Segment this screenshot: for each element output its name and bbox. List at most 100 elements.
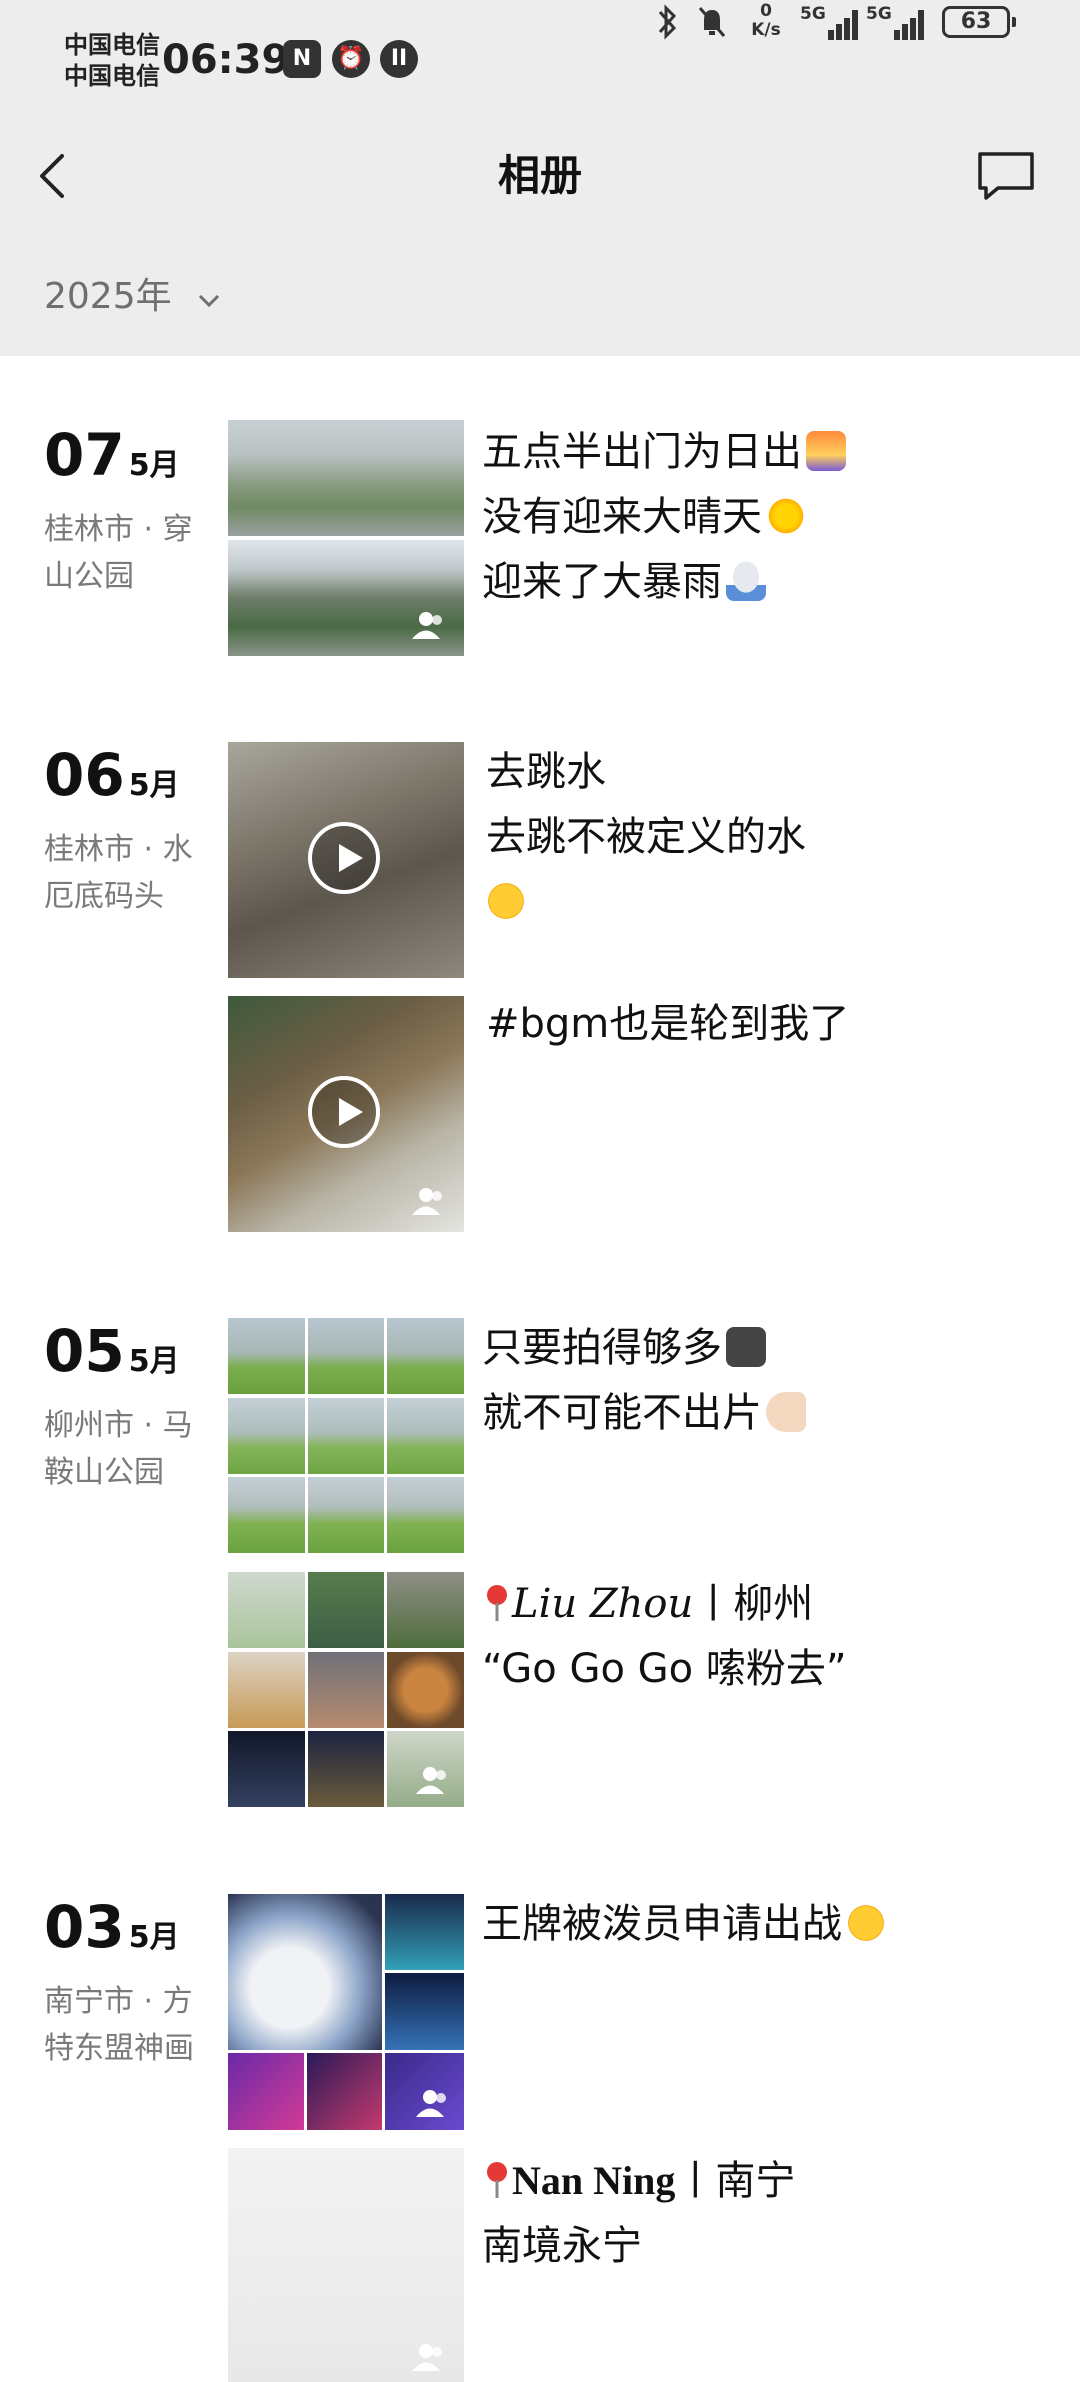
photo bbox=[228, 540, 464, 656]
photo bbox=[307, 2053, 382, 2130]
photo bbox=[387, 1651, 464, 1728]
caption-line: Liu Zhou bbox=[512, 1581, 694, 1627]
caption-line: 迎来了大暴雨 bbox=[482, 559, 722, 605]
post-date: 07 5月 bbox=[44, 420, 180, 501]
post-photo-grid[interactable] bbox=[228, 1318, 464, 1554]
photo bbox=[228, 1477, 305, 1554]
post-caption-2[interactable]: Liu Zhou丨柳州 “Go Go Go 嗦粉去” bbox=[482, 1572, 1042, 1702]
play-icon bbox=[308, 822, 380, 894]
photo bbox=[385, 2053, 464, 2130]
year-label: 2025年 bbox=[44, 276, 172, 317]
person-icon bbox=[416, 2090, 446, 2117]
post-date: 06 5月 bbox=[44, 740, 180, 821]
nfc-icon: N bbox=[283, 40, 321, 78]
post-caption[interactable]: 王牌被泼员申请出战 bbox=[482, 1892, 1042, 1957]
alarm-icon: ⏰ bbox=[332, 40, 370, 78]
photo bbox=[385, 1973, 464, 2050]
pause-icon: II bbox=[380, 40, 418, 78]
post-location: 柳州市 · 马鞍山公园 bbox=[44, 1408, 193, 1490]
post-caption-2[interactable]: Nan Ning丨南宁 南境永宁 bbox=[482, 2148, 1042, 2279]
status-bar: 中国电信 中国电信 06:39 N ⏰ II 0 K/s 5G 5G 63 bbox=[0, 0, 1080, 120]
post-caption[interactable]: 去跳水 去跳不被定义的水 bbox=[486, 740, 1046, 935]
post-photo-grid[interactable] bbox=[228, 1894, 464, 2130]
bluetooth-icon bbox=[652, 0, 682, 44]
pointing-hand-emoji-icon bbox=[766, 1392, 806, 1432]
crying-face-emoji-icon bbox=[846, 1903, 886, 1943]
caption-line: 南境永宁 bbox=[482, 2223, 642, 2269]
person-icon bbox=[412, 1188, 442, 1215]
post-month: 5月 bbox=[128, 1920, 180, 1955]
speed-unit: K/s bbox=[751, 20, 781, 40]
photo bbox=[387, 1572, 464, 1648]
post-photo-grid[interactable] bbox=[228, 1572, 464, 1808]
page-title: 相册 bbox=[497, 151, 582, 200]
play-icon bbox=[308, 1076, 380, 1148]
post-date: 03 5月 bbox=[44, 1892, 180, 1973]
photo bbox=[307, 1572, 385, 1648]
photo bbox=[228, 1894, 382, 2050]
photo bbox=[228, 2053, 304, 2130]
post-caption-2[interactable]: #bgm也是轮到我了 bbox=[486, 992, 1046, 1057]
battery-indicator: 63 bbox=[942, 6, 1016, 38]
sun-emoji-icon bbox=[766, 496, 806, 536]
clock: 06:39 bbox=[162, 37, 290, 83]
post-month: 5月 bbox=[128, 1344, 180, 1379]
caption-line: 只要拍得够多 bbox=[482, 1325, 722, 1371]
caption-line: “Go Go Go 嗦粉去” bbox=[482, 1646, 847, 1692]
photo bbox=[307, 1397, 385, 1474]
caption-line: 去跳水 bbox=[486, 749, 606, 795]
post-photo-thumbnail[interactable] bbox=[228, 420, 464, 656]
photo bbox=[307, 1731, 385, 1808]
carrier-labels: 中国电信 中国电信 bbox=[64, 30, 160, 92]
carrier-1: 中国电信 bbox=[64, 31, 160, 59]
photo bbox=[387, 1397, 464, 1474]
speed-value: 0 bbox=[760, 1, 772, 21]
photo bbox=[387, 1318, 464, 1394]
post-day: 05 bbox=[44, 1317, 125, 1385]
hugging-face-emoji-icon bbox=[486, 881, 526, 921]
network-2-label: 5G bbox=[866, 4, 892, 24]
sunrise-emoji-icon bbox=[806, 431, 846, 471]
navigation-bar: 相册 bbox=[0, 120, 1080, 230]
person-icon bbox=[412, 612, 442, 639]
post-day: 03 bbox=[44, 1893, 125, 1961]
signal-icon-2: 5G bbox=[866, 4, 926, 40]
post-caption[interactable]: 只要拍得够多 就不可能不出片 bbox=[482, 1316, 1042, 1446]
photo bbox=[307, 1318, 385, 1394]
post-photo-thumbnail[interactable] bbox=[228, 2148, 464, 2382]
post-month: 5月 bbox=[128, 768, 180, 803]
photo bbox=[387, 1477, 464, 1554]
photo bbox=[228, 1572, 305, 1648]
network-1-label: 5G bbox=[800, 4, 826, 24]
carrier-2: 中国电信 bbox=[64, 62, 160, 90]
post-date: 05 5月 bbox=[44, 1316, 180, 1397]
caption-line: 丨南宁 bbox=[675, 2158, 796, 2204]
caption-line: 没有迎来大晴天 bbox=[482, 494, 762, 540]
header: 中国电信 中国电信 06:39 N ⏰ II 0 K/s 5G 5G 63 相册… bbox=[0, 0, 1080, 356]
person-icon bbox=[412, 2344, 442, 2371]
person-icon bbox=[415, 1767, 446, 1795]
photo bbox=[307, 1477, 385, 1554]
post-video-thumbnail[interactable] bbox=[228, 996, 464, 1232]
post-location: 桂林市 · 水厄底码头 bbox=[44, 832, 193, 914]
back-button[interactable] bbox=[30, 146, 80, 206]
caption-line: Nan Ning bbox=[512, 2158, 676, 2203]
caption-line: 就不可能不出片 bbox=[482, 1390, 762, 1436]
post-month: 5月 bbox=[128, 448, 180, 483]
rain-cloud-emoji-icon bbox=[726, 561, 766, 601]
messages-button[interactable] bbox=[976, 148, 1036, 204]
camera-flash-emoji-icon bbox=[726, 1327, 766, 1367]
location-pin-icon bbox=[487, 2162, 507, 2198]
post-video-thumbnail[interactable] bbox=[228, 742, 464, 978]
photo bbox=[228, 1731, 305, 1808]
photo bbox=[228, 1651, 305, 1728]
photo bbox=[385, 1894, 464, 1970]
post-caption[interactable]: 五点半出门为日出 没有迎来大晴天 迎来了大暴雨 bbox=[482, 420, 1042, 615]
signal-icon-1: 5G bbox=[800, 4, 860, 40]
post-location: 南宁市 · 方特东盟神画 bbox=[44, 1984, 194, 2066]
post-day: 06 bbox=[44, 741, 125, 809]
photo bbox=[228, 420, 464, 536]
photo bbox=[228, 1397, 305, 1474]
network-speed: 0 K/s bbox=[746, 2, 786, 40]
year-selector[interactable]: 2025年 bbox=[44, 272, 221, 322]
